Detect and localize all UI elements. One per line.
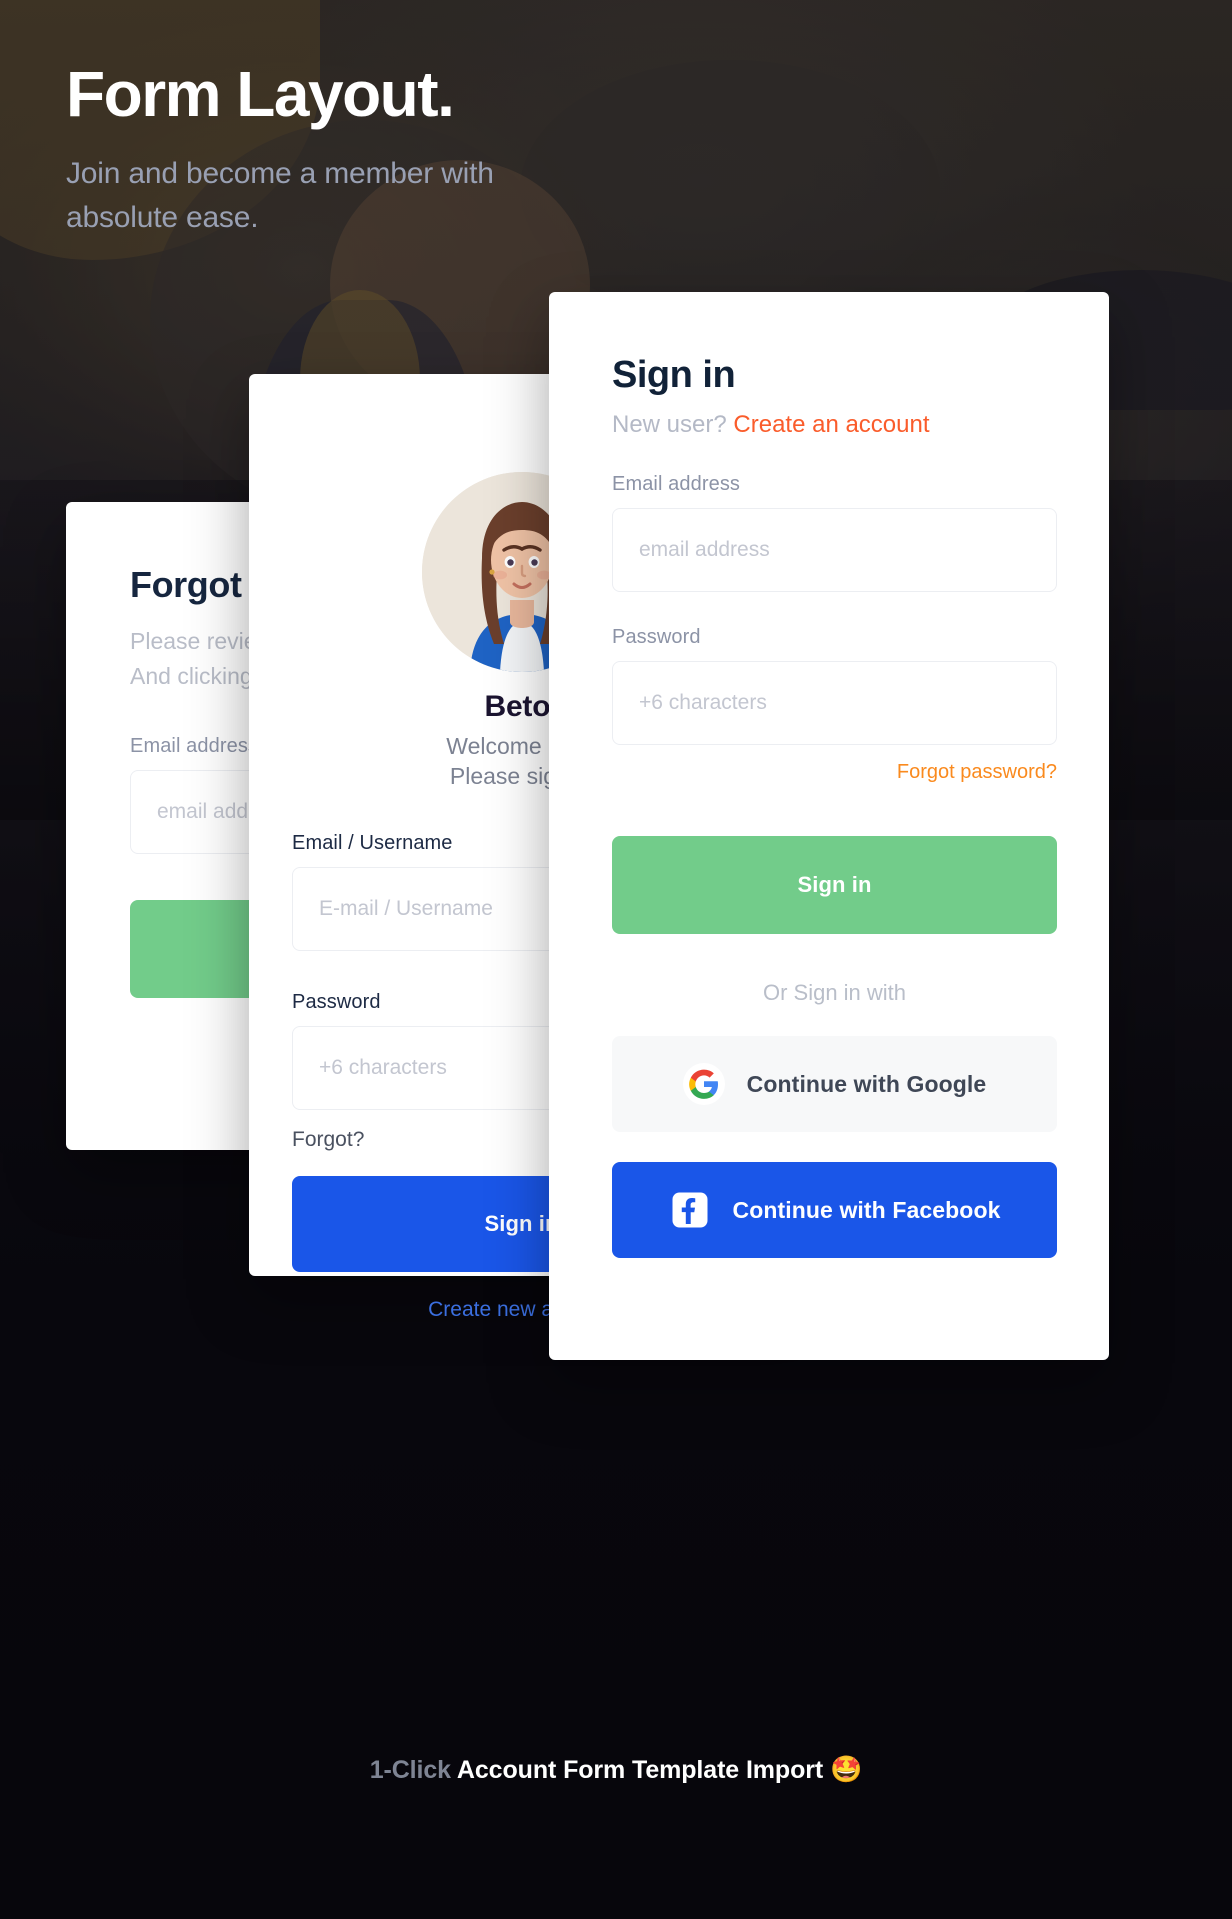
page-title: Form Layout. <box>66 58 455 130</box>
continue-with-google-button[interactable]: Continue with Google <box>612 1036 1057 1132</box>
signin-email-input[interactable]: email address <box>612 508 1057 592</box>
signin-card-title: Sign in <box>612 354 736 396</box>
hero-text-block: Form Layout. Join and become a member wi… <box>66 62 526 241</box>
signin-or-divider-text: Or Sign in with <box>762 980 907 1005</box>
login-username-placeholder: E-mail / Username <box>319 896 493 920</box>
signin-password-input[interactable]: +6 characters <box>612 661 1057 745</box>
signin-email-placeholder: email address <box>639 538 770 561</box>
page-root: Form Layout. Join and become a member wi… <box>0 0 1232 1919</box>
page-subtitle: Join and become a member with absolute e… <box>66 157 494 235</box>
signin-card: Sign in New user? Create an account Emai… <box>549 292 1109 1360</box>
footer-caption: 1-Click Account Form Template Import 🤩 <box>0 1754 1232 1785</box>
signin-new-user-row: New user? Create an account <box>612 411 1057 439</box>
signin-create-account-link[interactable]: Create an account <box>733 411 929 438</box>
signin-email-label: Email address <box>612 473 741 495</box>
google-button-label: Continue with Google <box>746 1070 987 1097</box>
footer-prefix: 1-Click <box>369 1756 451 1784</box>
facebook-icon <box>669 1189 711 1231</box>
signin-submit-button[interactable]: Sign in <box>612 836 1057 934</box>
footer-main-text: Account Form Template Import <box>456 1756 824 1784</box>
facebook-button-label: Continue with Facebook <box>732 1196 1001 1223</box>
star-struck-emoji-icon: 🤩 <box>830 1754 863 1784</box>
signin-password-label: Password <box>612 626 701 648</box>
google-icon <box>682 1063 725 1105</box>
signin-card-body: Sign in New user? Create an account Emai… <box>612 354 1057 1258</box>
login-password-placeholder: +6 characters <box>319 1055 447 1079</box>
signin-new-user-text: New user? <box>612 411 727 438</box>
signin-password-placeholder: +6 characters <box>639 691 767 714</box>
continue-with-facebook-button[interactable]: Continue with Facebook <box>612 1162 1057 1258</box>
signin-password-group: Password +6 characters <box>612 626 1057 745</box>
signin-email-group: Email address email address <box>612 473 1057 592</box>
signin-forgot-password-link[interactable]: Forgot password? <box>612 761 1057 784</box>
